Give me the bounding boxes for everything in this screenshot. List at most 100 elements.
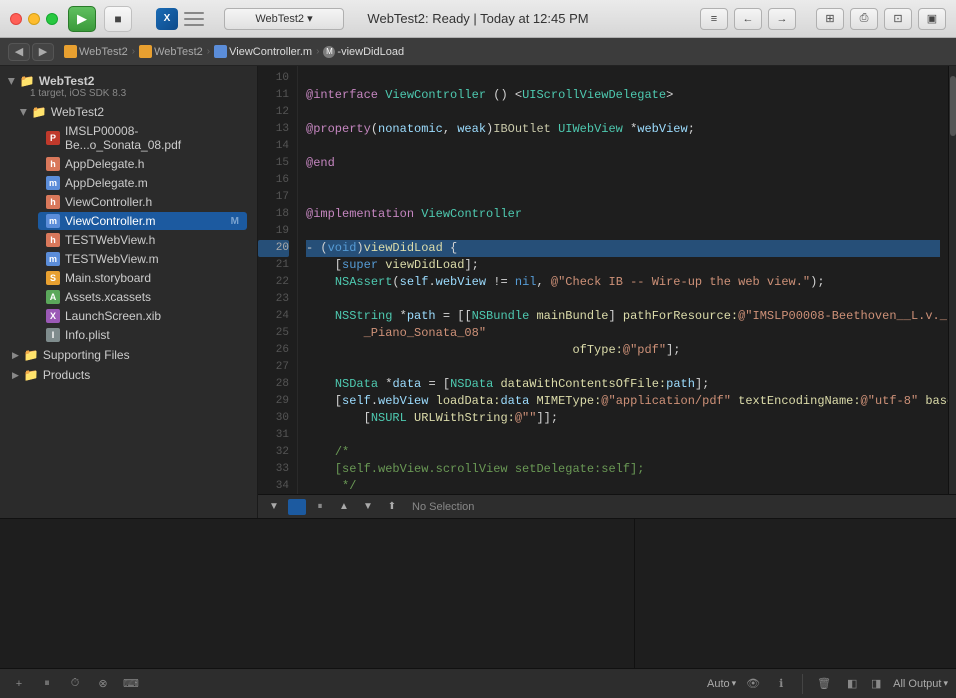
testwebview-m[interactable]: m TESTWebView.m — [38, 250, 247, 268]
breadcrumb-group[interactable]: WebTest2 — [154, 46, 203, 58]
main-layout: ▶ 📁 WebTest2 1 target, iOS SDK 8.3 ▶ 📁 W… — [0, 66, 956, 518]
play-button[interactable]: ▶ — [68, 6, 96, 32]
breadcrumb-forward[interactable]: ▶ — [32, 43, 54, 61]
products-group[interactable]: ▶ 📁 Products — [8, 366, 249, 384]
viewcontroller-m-icon: m — [46, 214, 60, 228]
output-chevron: ▾ — [943, 678, 948, 689]
status-eye-button[interactable]: 👁 — [742, 674, 764, 694]
project-folder-icon — [64, 45, 77, 58]
breadcrumb-back[interactable]: ◀ — [8, 43, 30, 61]
editor-toggle[interactable]: ▣ — [918, 8, 946, 30]
code-line-highlighted: - (void)viewDidLoad { — [306, 240, 940, 257]
pdf-file[interactable]: P IMSLP00008-Be...o_Sonata_08.pdf — [38, 122, 247, 154]
code-line — [306, 427, 940, 444]
forward-button[interactable]: → — [768, 8, 796, 30]
breakpoint-button[interactable]: ⊗ — [92, 674, 114, 694]
add-file-button[interactable]: + — [8, 674, 30, 694]
supporting-files-icon: 📁 — [24, 348, 39, 362]
main-storyboard-label: Main.storyboard — [65, 271, 151, 285]
breadcrumb-file[interactable]: ViewController.m — [229, 46, 312, 58]
scrollbar-thumb[interactable] — [950, 76, 956, 136]
navigator-toggle[interactable]: ⊞ — [816, 8, 844, 30]
breadcrumb-project[interactable]: WebTest2 — [79, 46, 128, 58]
viewcontroller-m[interactable]: m ViewController.m M — [38, 212, 247, 230]
debug-right-panel — [635, 519, 956, 668]
utilities-toggle[interactable]: ⊡ — [884, 8, 912, 30]
testwebview-m-icon: m — [46, 252, 60, 266]
code-line: [super viewDidLoad]; — [306, 257, 940, 274]
group-folder-icon — [139, 45, 152, 58]
file-icon-breadcrumb — [214, 45, 227, 58]
debug-view-toggles: ◧ ◨ — [841, 674, 887, 694]
stop-button[interactable]: ■ — [104, 6, 132, 32]
appdelegate-m-label: AppDelegate.m — [65, 176, 148, 190]
testwebview-h[interactable]: h TESTWebView.h — [38, 231, 247, 249]
scheme-selector[interactable]: WebTest2 ▾ — [224, 8, 344, 30]
testwebview-m-label: TESTWebView.m — [65, 252, 159, 266]
view-share[interactable]: ⬆ — [382, 498, 402, 516]
project-root[interactable]: ▶ 📁 WebTest2 — [8, 74, 249, 88]
view-toggle-2[interactable]: ⏸ — [310, 498, 330, 516]
launchscreen-xib[interactable]: X LaunchScreen.xib — [38, 307, 247, 325]
xcode-logo: X — [156, 8, 178, 30]
view-toggle-1[interactable] — [288, 499, 306, 515]
code-line: [NSURL URLWithString:@""]]; — [306, 410, 940, 427]
project-icon: 📁 — [20, 74, 35, 88]
code-line — [306, 70, 940, 87]
titlebar: ▶ ■ X WebTest2 ▾ WebTest2: Ready | Today… — [0, 0, 956, 38]
list-view-button[interactable]: ≡ — [700, 8, 728, 30]
supporting-files-group[interactable]: ▶ 📁 Supporting Files — [8, 346, 249, 364]
code-line: @implementation ViewController — [306, 206, 940, 223]
code-line — [306, 189, 940, 206]
minimize-button[interactable] — [28, 13, 40, 25]
debug-toggle-left[interactable]: ◧ — [841, 674, 863, 694]
info-plist[interactable]: I Info.plist — [38, 326, 247, 344]
code-line: [self.webView.scrollView setDelegate:sel… — [306, 461, 940, 478]
code-line: /* — [306, 444, 940, 461]
breadcrumb-method[interactable]: -viewDidLoad — [337, 46, 404, 58]
m-icon: m — [46, 176, 60, 190]
debug-toggle-right[interactable]: ◨ — [865, 674, 887, 694]
status-bar-right: 🗑 ◧ ◨ All Output ▾ — [813, 674, 948, 694]
code-line — [306, 291, 940, 308]
debug-trash-button[interactable]: 🗑 — [813, 674, 835, 694]
debug-toggle[interactable]: ⎙ — [850, 8, 878, 30]
code-line: [self.webView loadData:data MIMEType:@"a… — [306, 393, 940, 410]
back-button[interactable]: ← — [734, 8, 762, 30]
status-bar: + ⏸ ⏱ ⊗ ⌨ Auto ▾ 👁 ℹ 🗑 ◧ ◨ All Output ▾ — [0, 668, 956, 698]
output-selector[interactable]: All Output ▾ — [893, 678, 948, 690]
code-line: ofType:@"pdf"]; — [306, 342, 940, 359]
filter-button-status[interactable]: ⏸ — [36, 674, 58, 694]
storyboard-icon: S — [46, 271, 60, 285]
appdelegate-h[interactable]: h AppDelegate.h — [38, 155, 247, 173]
maximize-button[interactable] — [46, 13, 58, 25]
auto-label: Auto — [707, 678, 730, 690]
no-selection-label: No Selection — [412, 501, 474, 513]
main-storyboard[interactable]: S Main.storyboard — [38, 269, 247, 287]
viewcontroller-m-label: ViewController.m — [65, 214, 155, 228]
close-button[interactable] — [10, 13, 22, 25]
viewcontroller-h[interactable]: h ViewController.h — [38, 193, 247, 211]
assets-xcassets[interactable]: A Assets.xcassets — [38, 288, 247, 306]
webtest2-disclosure: ▶ — [18, 109, 29, 116]
h-icon: h — [46, 157, 60, 171]
code-content[interactable]: @interface ViewController () <UIScrollVi… — [298, 66, 948, 494]
history-button[interactable]: ⏱ — [64, 674, 86, 694]
debug-left-panel — [0, 519, 635, 668]
appdelegate-h-label: AppDelegate.h — [65, 157, 144, 171]
filter-button[interactable]: ▼ — [264, 498, 284, 516]
appdelegate-m[interactable]: m AppDelegate.m — [38, 174, 247, 192]
titlebar-right: ≡ ← → ⊞ ⎙ ⊡ ▣ — [700, 8, 946, 30]
status-info-button[interactable]: ℹ — [770, 674, 792, 694]
console-button[interactable]: ⌨ — [120, 674, 142, 694]
products-disclosure: ▶ — [12, 370, 19, 381]
view-up[interactable]: ▲ — [334, 498, 354, 516]
webtest2-group[interactable]: ▶ 📁 WebTest2 — [16, 103, 249, 121]
code-line: NSAssert(self.webView != nil, @"Check IB… — [306, 274, 940, 291]
auto-selector[interactable]: Auto ▾ — [707, 678, 736, 690]
view-down[interactable]: ▼ — [358, 498, 378, 516]
breadcrumb-bar: ◀ ▶ WebTest2 › WebTest2 › ViewController… — [0, 38, 956, 66]
titlebar-title: WebTest2: Ready | Today at 12:45 PM — [367, 11, 588, 26]
scrollbar[interactable] — [948, 66, 956, 494]
viewcontroller-h-icon: h — [46, 195, 60, 209]
